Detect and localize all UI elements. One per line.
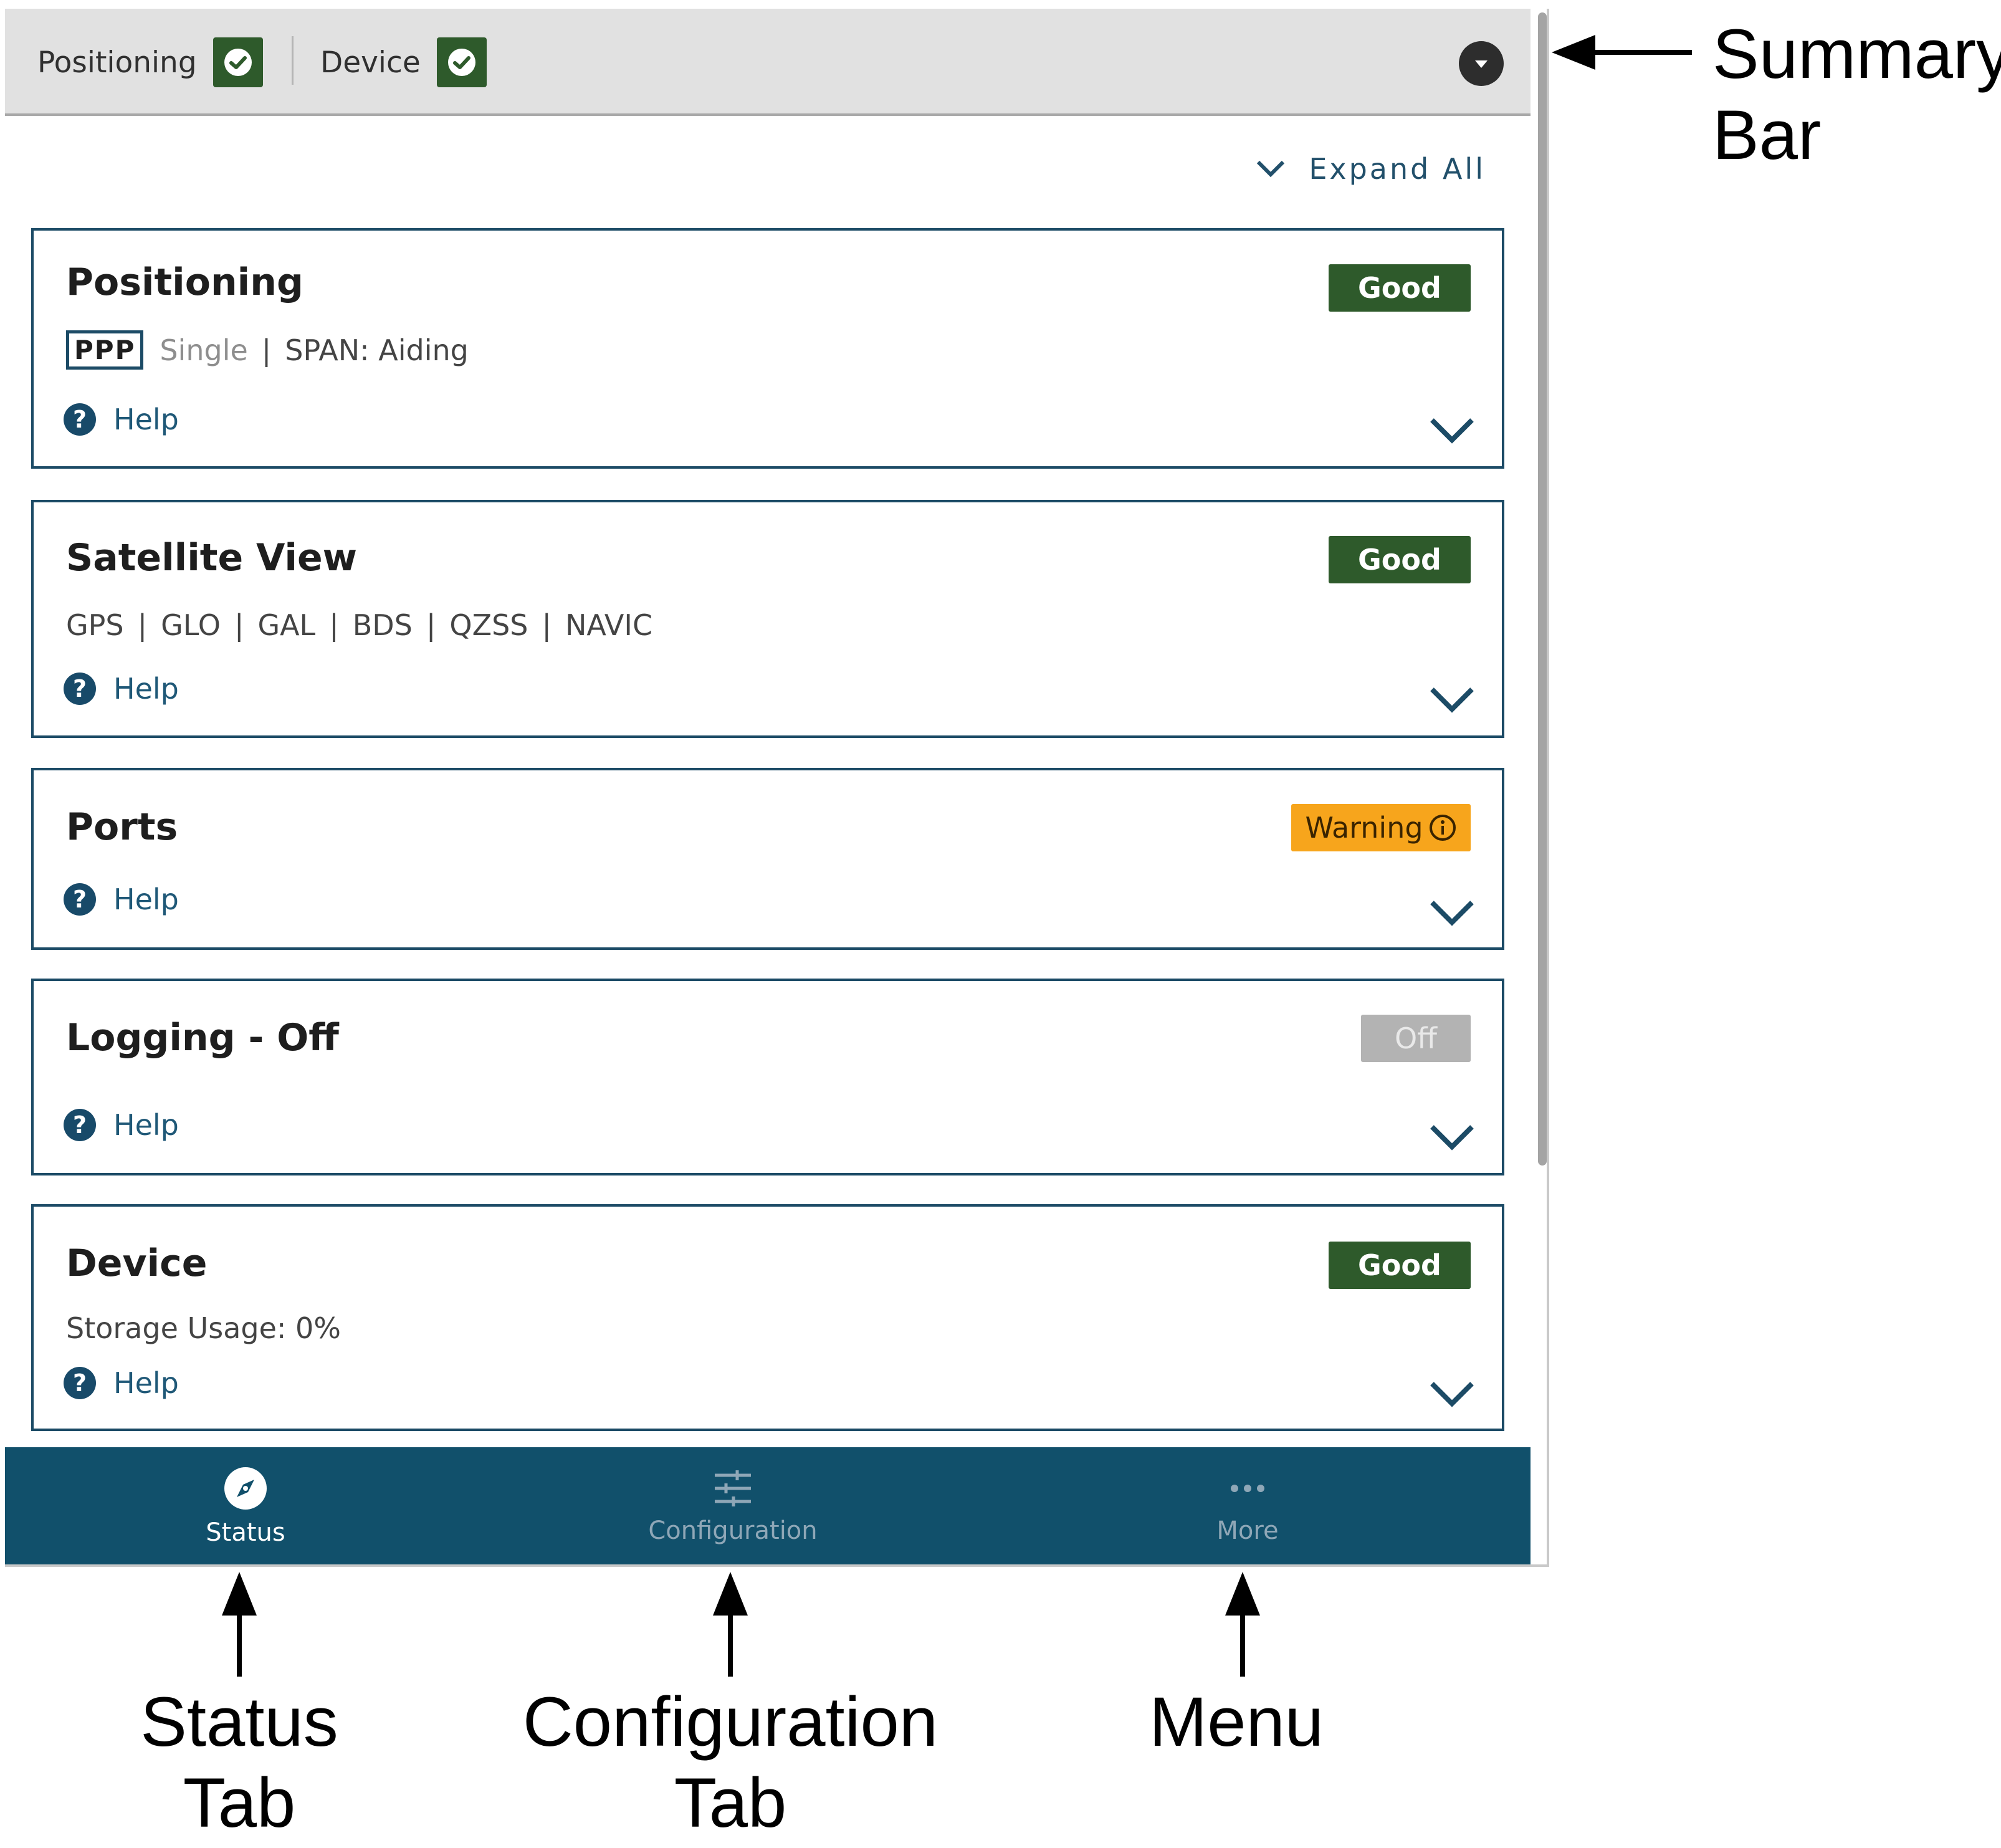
- callout-line: Status: [140, 1683, 338, 1761]
- summary-bar-arrow: [1552, 35, 1692, 70]
- configuration-tab-callout: Configuration Tab: [506, 1682, 955, 1844]
- menu-callout: Menu: [1112, 1682, 1361, 1763]
- callout-line: Tab: [183, 1764, 296, 1842]
- menu-arrow: [1225, 1572, 1260, 1677]
- summary-bar-callout: Summary Bar: [1712, 14, 2001, 176]
- callout-line: Menu: [1149, 1683, 1324, 1761]
- configuration-tab-arrow: [713, 1572, 748, 1677]
- annotation-arrows: [222, 35, 1692, 1677]
- callout-line: Tab: [674, 1764, 787, 1842]
- callout-line: Bar: [1712, 96, 1822, 174]
- status-tab-arrow: [222, 1572, 257, 1677]
- status-tab-callout: Status Tab: [115, 1682, 364, 1844]
- callout-line: Configuration: [522, 1683, 938, 1761]
- callout-line: Summary: [1712, 15, 2001, 93]
